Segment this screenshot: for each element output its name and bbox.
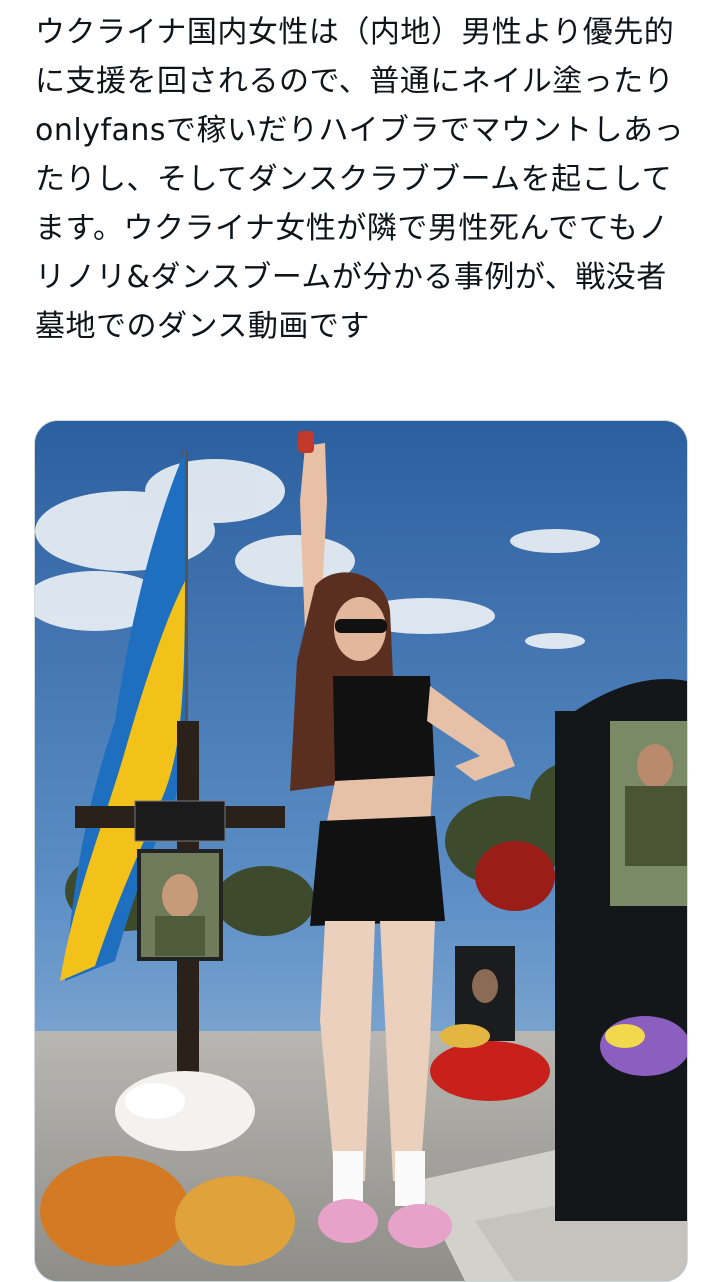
photo-illustration bbox=[35, 421, 687, 1281]
tweet-media-photo[interactable] bbox=[34, 420, 688, 1282]
bottle bbox=[298, 431, 314, 453]
mini-skirt bbox=[310, 816, 445, 926]
sock-left bbox=[333, 1151, 363, 1206]
shoe-right bbox=[388, 1204, 452, 1248]
name-plaque bbox=[134, 800, 226, 842]
sunglasses bbox=[335, 619, 387, 633]
flowers-purple bbox=[600, 1016, 687, 1076]
crop-top bbox=[333, 676, 435, 781]
shoe-left bbox=[318, 1199, 378, 1243]
sock-right bbox=[395, 1151, 425, 1206]
tweet-text: ウクライナ国内女性は（内地）男性より優先的に支援を回されるので、普通にネイル塗っ… bbox=[35, 15, 684, 344]
flowers-white bbox=[115, 1071, 255, 1151]
